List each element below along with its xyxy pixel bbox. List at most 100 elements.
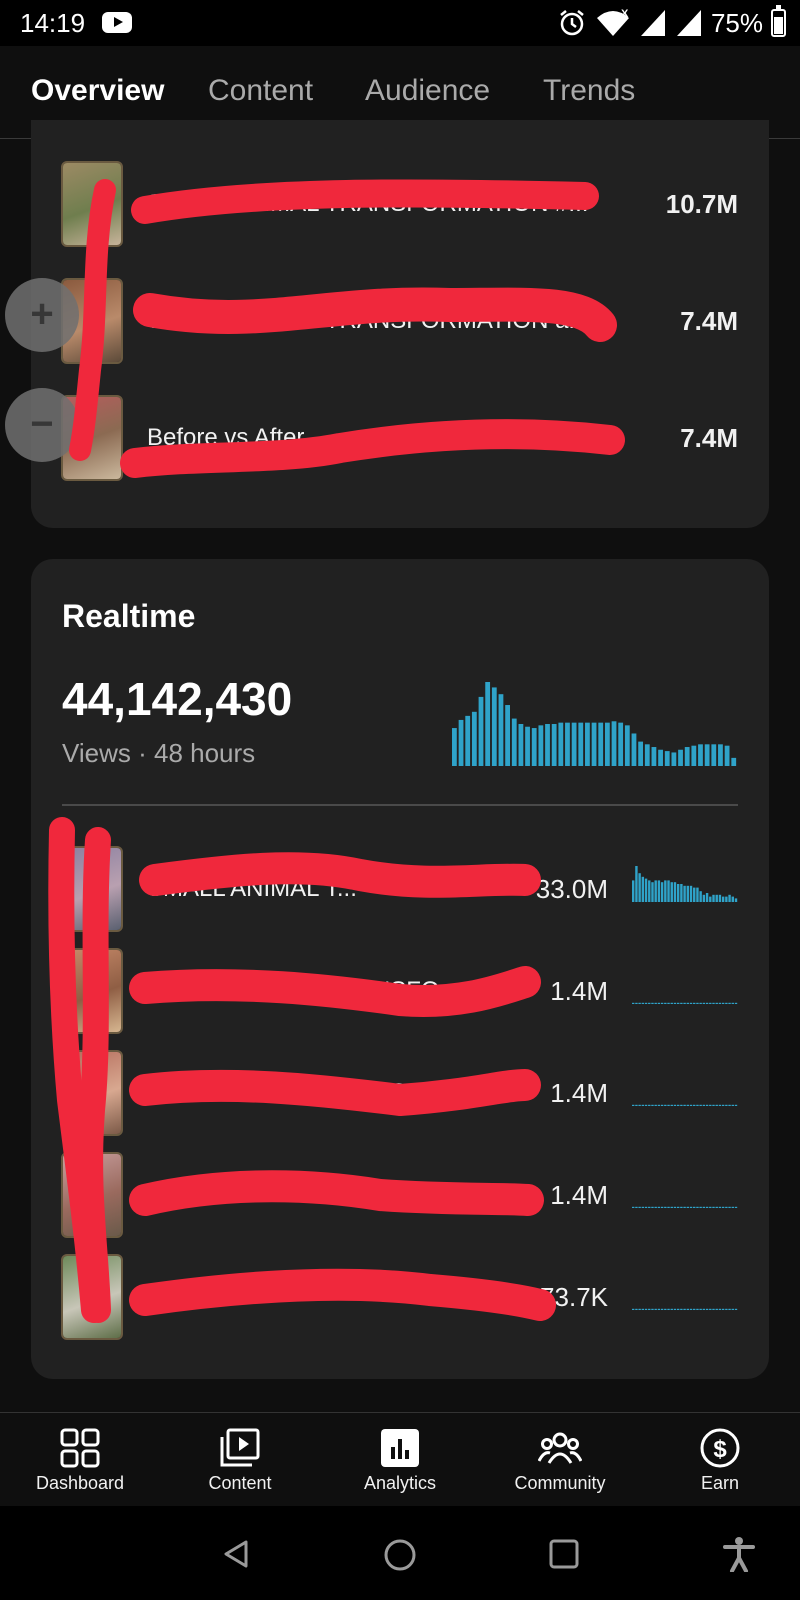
chart-bar [551,724,557,766]
tab-audience[interactable]: Audience [365,74,490,108]
sparkline-bar [715,1104,718,1106]
chart-bar [638,741,644,766]
home-icon[interactable] [383,1538,417,1572]
zoom-in-button[interactable]: + [5,278,79,352]
sparkline-bar [721,896,725,902]
nav-dashboard[interactable]: Dashboard [0,1413,160,1507]
sparkline-bar [648,1308,651,1310]
sparkline-bar [689,1308,693,1310]
video-title[interactable]: SMALL ANIMAL TRANSFO... [147,977,532,1005]
chart-bar [658,749,663,766]
nav-earn[interactable]: $ Earn [640,1413,800,1507]
sparkline-bar [644,1002,648,1004]
sparkline-bar [667,1002,670,1004]
sparkline-bar [709,896,712,902]
sparkline-bar [641,1308,645,1310]
video-thumbnail[interactable] [61,846,123,932]
sparkline-bar [689,1002,693,1004]
video-title[interactable]: SMALL ANIMAL TRANSFORMATION #... [147,190,632,218]
video-thumbnail[interactable] [61,1152,123,1238]
nav-community[interactable]: Community [480,1413,640,1507]
sparkline-bar [699,891,702,902]
sparkline-bar [638,1002,641,1004]
sparkline-bar [731,896,734,902]
video-title[interactable]: SMALL ANIMAL T... [147,875,532,903]
chart-bar [598,722,604,766]
realtime-title: Realtime [62,598,196,634]
tab-trends[interactable]: Trends [543,74,635,108]
sparkline-bar [644,1206,648,1208]
sparkline-bar [725,896,728,902]
sparkline-bar [731,1308,734,1310]
tab-overview[interactable]: Overview [31,74,164,108]
chart-bar [698,744,703,766]
chart-bar [718,744,723,766]
realtime-bar-chart[interactable] [452,680,738,766]
zoom-out-button[interactable]: − [5,388,79,462]
video-thumbnail[interactable] [61,161,123,247]
sparkline-bar [660,1104,664,1106]
sparkline-bar [715,1206,718,1208]
sparkline-bar [709,1308,712,1310]
sparkline-bar [699,1206,702,1208]
sparkline-bar [709,1206,712,1208]
sparkline-bar [680,1206,683,1208]
sparkline-bar [705,1104,709,1106]
nav-analytics[interactable]: Analytics [320,1413,480,1507]
video-views: 1.4M [550,1078,608,1108]
recents-icon[interactable] [548,1538,580,1570]
video-title[interactable]: SMALL ANIMAL T... [147,1181,532,1209]
sparkline-bar [686,1104,690,1106]
chart-bar [631,733,637,766]
sparkline-bar [657,1308,661,1310]
chart-bar [505,705,510,766]
sparkline-bar [734,1104,738,1106]
video-thumbnail[interactable] [61,1254,123,1340]
sparkline-bar [705,1002,709,1004]
chart-bar [664,751,670,766]
chart-bar [518,724,524,766]
sparkline-bar [689,1206,693,1208]
accessibility-icon[interactable] [722,1536,756,1572]
nav-content[interactable]: Content [160,1413,320,1507]
sparkline-bar [673,1104,677,1106]
sparkline-bar [651,1308,654,1310]
chart-bar [691,745,697,766]
video-title[interactable]: Before vs After [147,424,632,452]
back-icon[interactable] [220,1538,252,1570]
sparkline-bar [635,1206,638,1208]
sparkline-bar [725,1104,728,1106]
sparkline-bar [667,1308,670,1310]
sparkline-bar [709,1104,712,1106]
sparkline-bar [635,1308,638,1310]
sparkline-bar [728,1104,731,1106]
video-thumbnail[interactable] [61,1050,123,1136]
sparkline-bar [660,1002,664,1004]
sparkline-bar [670,1206,673,1208]
svg-text:$: $ [713,1436,727,1463]
sparkline-bar [683,1104,686,1106]
video-thumbnail[interactable] [61,948,123,1034]
tab-content[interactable]: Content [208,74,313,108]
sparkline-bar [644,1104,648,1106]
sparkline-bar [660,882,664,902]
sparkline-bar [696,1104,699,1106]
sparkline-bar [680,1104,683,1106]
video-title[interactable]: SMALL ANIMAL TRANSFORMATION a... [147,307,642,335]
dashboard-icon [60,1428,100,1468]
chart-bar [684,747,690,766]
realtime-subtitle: Views · 48 hours [62,738,256,768]
chart-bar [624,725,630,766]
sparkline-bar [676,1104,680,1106]
sparkline-bar [728,1002,731,1004]
chart-bar [704,744,710,766]
chart-bar [618,722,624,766]
nav-label: Analytics [363,1473,437,1493]
sparkline-bar [721,1002,725,1004]
sparkline-bar [648,1206,651,1208]
video-title[interactable]: SMALL ANIMAL TRANSFO... [147,1079,532,1107]
sparkline-bar [734,1206,738,1208]
chart-bar [591,722,597,766]
video-views: 373.7K [525,1282,608,1312]
sparkline-bar [657,1206,661,1208]
